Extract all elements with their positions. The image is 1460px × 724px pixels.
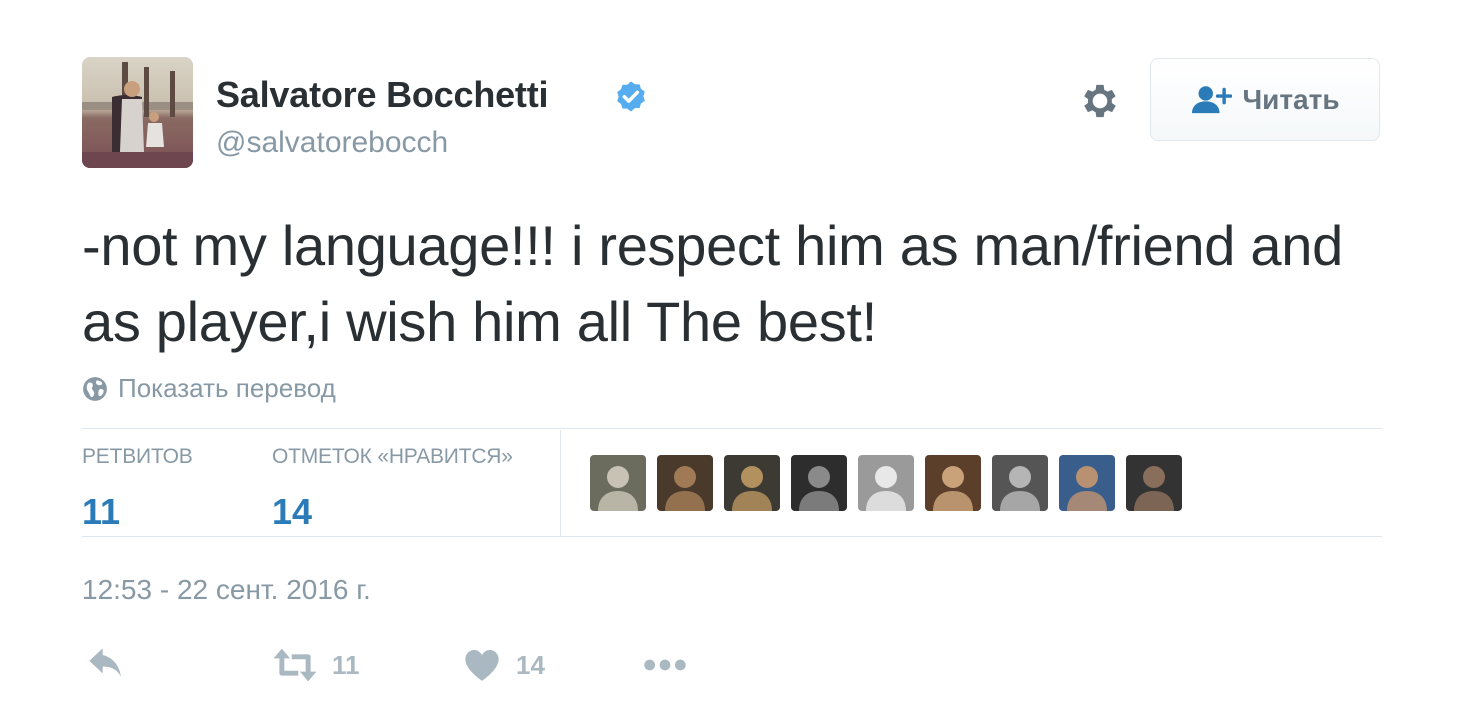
- globe-icon: [83, 376, 107, 401]
- gear-icon[interactable]: [1078, 79, 1122, 123]
- author-name[interactable]: Salvatore Bocchetti: [216, 74, 549, 116]
- retweet-button[interactable]: 11: [272, 645, 360, 685]
- reply-icon: [89, 648, 121, 677]
- retweets-count: 11: [82, 491, 121, 532]
- liker-avatar[interactable]: [657, 455, 713, 511]
- author-avatar[interactable]: [82, 57, 193, 168]
- liker-avatar[interactable]: [724, 455, 780, 511]
- more-button[interactable]: [642, 645, 688, 685]
- retweet-icon: [273, 648, 317, 682]
- liker-avatars: [590, 455, 1193, 511]
- author-handle[interactable]: @salvatorebocch: [216, 126, 448, 160]
- tweet-text: -not my language!!! i respect him as man…: [82, 214, 1343, 353]
- stats-top-divider: [82, 428, 1382, 429]
- add-user-icon: [1192, 85, 1233, 113]
- liker-avatar[interactable]: [925, 455, 981, 511]
- verified-badge-icon: [617, 81, 645, 112]
- likes-count: 14: [272, 491, 313, 532]
- follow-button-label: Читать: [1242, 83, 1340, 115]
- retweets-stat[interactable]: РЕТВИТОВ 11: [82, 445, 193, 533]
- retweet-count: 11: [332, 649, 360, 680]
- retweets-label: РЕТВИТОВ: [82, 445, 193, 468]
- like-button[interactable]: 14: [462, 645, 545, 685]
- stats-bottom-divider: [82, 536, 1382, 537]
- like-count: 14: [516, 649, 545, 680]
- stats-vertical-divider: [560, 430, 561, 536]
- more-dots-icon: [644, 659, 686, 671]
- show-translation-link[interactable]: Показать перевод: [82, 373, 336, 404]
- liker-avatar[interactable]: [1059, 455, 1115, 511]
- reply-button[interactable]: [86, 645, 126, 685]
- likes-stat[interactable]: ОТМЕТОК «НРАВИТСЯ» 14: [272, 445, 513, 533]
- liker-avatar[interactable]: [992, 455, 1048, 511]
- liker-avatar[interactable]: [791, 455, 847, 511]
- follow-button[interactable]: Читать: [1150, 58, 1380, 141]
- likes-label: ОТМЕТОК «НРАВИТСЯ»: [272, 445, 513, 468]
- heart-icon: [465, 650, 499, 681]
- liker-avatar[interactable]: [1126, 455, 1182, 511]
- liker-avatar[interactable]: [858, 455, 914, 511]
- show-translation-label: Показать перевод: [118, 373, 336, 403]
- liker-avatar[interactable]: [590, 455, 646, 511]
- tweet-timestamp[interactable]: 12:53 - 22 сент. 2016 г.: [82, 574, 371, 606]
